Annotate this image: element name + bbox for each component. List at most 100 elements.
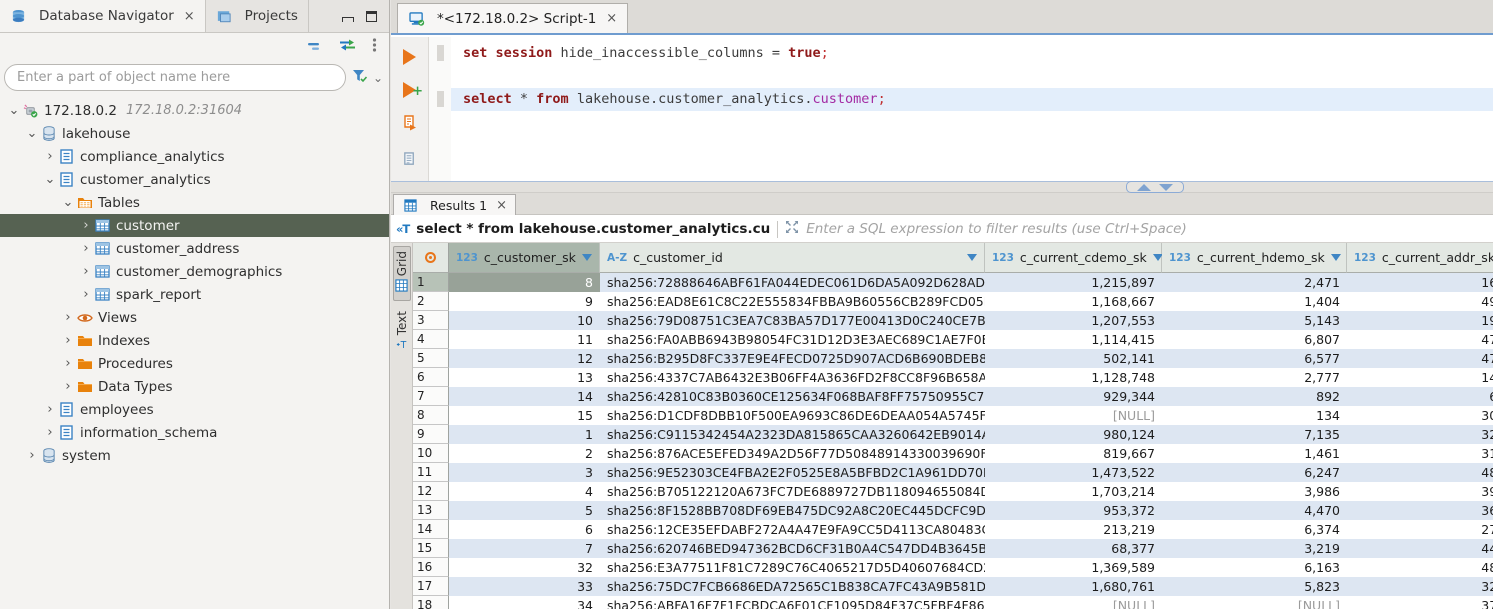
grid-cell[interactable]: 16,596 [1347,273,1493,292]
grid-cell[interactable]: 6,807 [1162,330,1347,349]
tree-item-lakehouse[interactable]: ⌄lakehouse [0,122,389,145]
row-number[interactable]: 3 [413,311,449,330]
splitter-collapse-widget[interactable] [1126,181,1184,193]
presentation-tab-text[interactable]: TextT [394,307,410,359]
grid-cell[interactable]: 27,089 [1347,520,1493,539]
editor-results-splitter[interactable] [391,181,1493,193]
tab-results-1[interactable]: Results 1 × [393,194,516,215]
grid-cell[interactable]: 4 [449,482,600,501]
object-filter-input[interactable] [4,64,346,91]
grid-cell[interactable]: 980,124 [985,425,1162,444]
link-with-editor-icon[interactable] [339,39,356,55]
execute-statement-icon[interactable] [403,49,416,65]
filter-dropdown-icon[interactable]: ⌄ [373,71,383,85]
chevron-collapsed-icon[interactable]: › [78,287,94,302]
grid-cell[interactable]: 11 [449,330,600,349]
tree-item-procedures[interactable]: ›Procedures [0,352,389,375]
grid-cell[interactable]: 36,365 [1347,501,1493,520]
tree-item-data-types[interactable]: ›Data Types [0,375,389,398]
grid-cell[interactable]: 9 [449,292,600,311]
grid-cell[interactable]: sha256:12CE35EFDABF272A4A47E9FA9CC5D4113… [600,520,985,539]
grid-cell[interactable]: 33 [449,577,600,596]
grid-cell[interactable]: 14 [449,387,600,406]
chevron-collapsed-icon[interactable]: › [60,379,76,394]
explain-plan-icon[interactable] [402,152,417,171]
column-filter-dropdown-icon[interactable] [1331,254,1341,261]
grid-cell[interactable]: 3 [449,463,600,482]
grid-cell[interactable]: sha256:75DC7FCB6686EDA72565C1B838CA7FC43… [600,577,985,596]
tree-item-compliance-analytics[interactable]: ›compliance_analytics [0,145,389,168]
grid-cell[interactable]: sha256:620746BED947362BCD6CF31B0A4C547DD… [600,539,985,558]
column-filter-dropdown-icon[interactable] [967,254,977,261]
row-number[interactable]: 18 [413,596,449,609]
grid-cell[interactable]: sha256:E3A77511F81C7289C76C4065217D5D406… [600,558,985,577]
column-header-c_current_hdemo_sk[interactable]: 123c_current_hdemo_sk [1162,243,1347,273]
grid-cell[interactable]: 19,583 [1347,311,1493,330]
close-icon[interactable]: × [606,11,617,26]
close-icon[interactable]: × [496,198,507,213]
grid-cell[interactable]: 68,377 [985,539,1162,558]
tree-item-customer[interactable]: ›customer [0,214,389,237]
grid-cell[interactable]: 6,247 [1162,463,1347,482]
grid-cell[interactable]: 2 [449,444,600,463]
grid-cell[interactable]: 49,388 [1347,292,1493,311]
grid-cell[interactable]: 3,219 [1162,539,1347,558]
grid-cell[interactable]: sha256:B705122120A673FC7DE6889727DB11809… [600,482,985,501]
grid-cell[interactable]: 7 [449,539,600,558]
code-line[interactable]: select * from lakehouse.customer_analyti… [451,88,1493,111]
grid-cell[interactable]: sha256:EAD8E61C8C22E555834FBBA9B60556CB2… [600,292,985,311]
chevron-collapsed-icon[interactable]: › [78,264,94,279]
row-number[interactable]: 14 [413,520,449,539]
grid-cell[interactable]: 4,470 [1162,501,1347,520]
grid-cell[interactable]: 1,703,214 [985,482,1162,501]
chevron-collapsed-icon[interactable]: › [60,310,76,325]
results-filter-placeholder[interactable]: Enter a SQL expression to filter results… [806,221,1187,237]
row-number[interactable]: 8 [413,406,449,425]
row-number[interactable]: 1 [413,273,449,292]
grid-cell[interactable]: sha256:42810C83B0360CE125634F068BAF8FF75… [600,387,985,406]
tree-item-indexes[interactable]: ›Indexes [0,329,389,352]
grid-cell[interactable]: 1,404 [1162,292,1347,311]
grid-cell[interactable]: 15 [449,406,600,425]
grid-cell[interactable]: sha256:C9115342454A2323DA815865CAA326064… [600,425,985,444]
tree-item-system[interactable]: ›system [0,444,389,467]
grid-cell[interactable]: 2,471 [1162,273,1347,292]
tree-item-customer-analytics[interactable]: ⌄customer_analytics [0,168,389,191]
grid-cell[interactable]: sha256:FA0ABB6943B98054FC31D12D3E3AEC689… [600,330,985,349]
grid-cell[interactable]: 2,777 [1162,368,1347,387]
execute-script-icon[interactable] [402,115,418,135]
grid-cell[interactable]: 1,461 [1162,444,1347,463]
grid-cell[interactable]: [NULL] [985,596,1162,609]
row-number[interactable]: 2 [413,292,449,311]
grid-cell[interactable]: 6,374 [1162,520,1347,539]
grid-cell[interactable]: 134 [1162,406,1347,425]
row-number[interactable]: 13 [413,501,449,520]
row-number[interactable]: 16 [413,558,449,577]
grid-cell[interactable]: sha256:72888646ABF61FA044EDEC061D6DA5A09… [600,273,985,292]
grid-cell[interactable]: 953,372 [985,501,1162,520]
filter-funnel-icon[interactable] [352,69,367,87]
grid-cell[interactable]: sha256:79D08751C3EA7C83BA57D177E00413D0C… [600,311,985,330]
grid-cell[interactable]: 1,168,667 [985,292,1162,311]
row-number[interactable]: 9 [413,425,449,444]
grid-cell[interactable]: 6,163 [1162,558,1347,577]
grid-cell[interactable]: 12 [449,349,600,368]
grid-cell[interactable]: 8 [449,273,600,292]
grid-cell[interactable]: 1,369,589 [985,558,1162,577]
grid-cell[interactable]: sha256:4337C7AB6432E3B06FF4A3636FD2F8CC8… [600,368,985,387]
minimize-icon[interactable] [342,17,354,22]
grid-cell[interactable]: 213,219 [985,520,1162,539]
grid-cell[interactable]: 10 [449,311,600,330]
row-number[interactable]: 12 [413,482,449,501]
grid-cell[interactable]: 6 [449,520,600,539]
row-number[interactable]: 11 [413,463,449,482]
grid-cell[interactable]: 1,680,761 [985,577,1162,596]
grid-cell[interactable]: 37,505 [1347,596,1493,609]
grid-cell[interactable]: 48,579 [1347,463,1493,482]
tab-database-navigator[interactable]: Database Navigator × [0,0,206,32]
tree-item-information-schema[interactable]: ›information_schema [0,421,389,444]
chevron-expanded-icon[interactable]: ⌄ [24,126,40,141]
view-menu-icon[interactable] [372,38,377,56]
grid-cell[interactable]: 1,128,748 [985,368,1162,387]
grid-cell[interactable]: sha256:B295D8FC337E9E4FECD0725D907ACD6B6… [600,349,985,368]
